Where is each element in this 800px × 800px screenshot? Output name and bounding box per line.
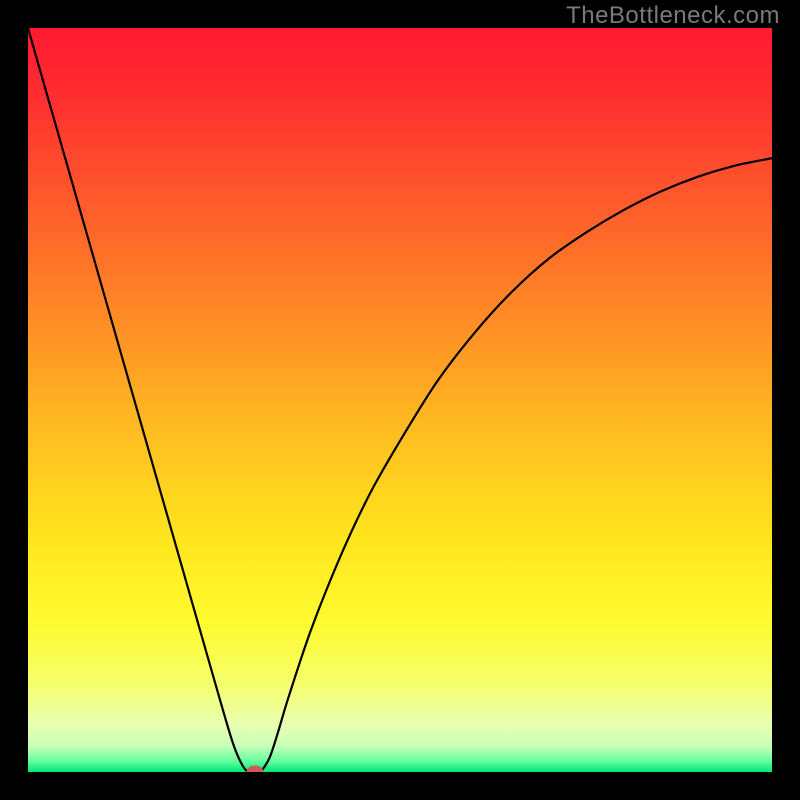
plot-svg — [28, 28, 772, 772]
optimum-marker — [246, 766, 263, 773]
chart-frame: TheBottleneck.com — [0, 0, 800, 800]
watermark-text: TheBottleneck.com — [566, 2, 780, 30]
plot-area — [28, 28, 772, 772]
gradient-background — [28, 28, 772, 772]
